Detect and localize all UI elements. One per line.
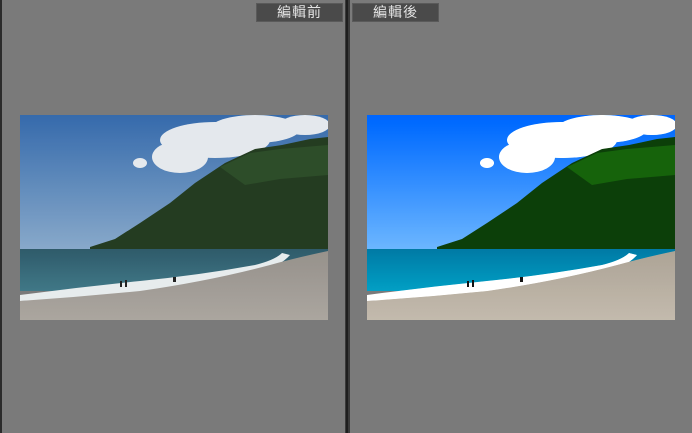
after-pane: 編輯後: [350, 0, 692, 433]
before-photo-image: [20, 115, 328, 320]
compare-view: 編輯前 編輯後: [0, 0, 692, 433]
before-label: 編輯前: [256, 3, 343, 22]
after-photo-image: [367, 115, 675, 320]
after-photo[interactable]: [367, 115, 675, 320]
after-label: 編輯後: [352, 3, 439, 22]
before-photo[interactable]: [20, 115, 328, 320]
before-pane: 編輯前: [2, 0, 345, 433]
